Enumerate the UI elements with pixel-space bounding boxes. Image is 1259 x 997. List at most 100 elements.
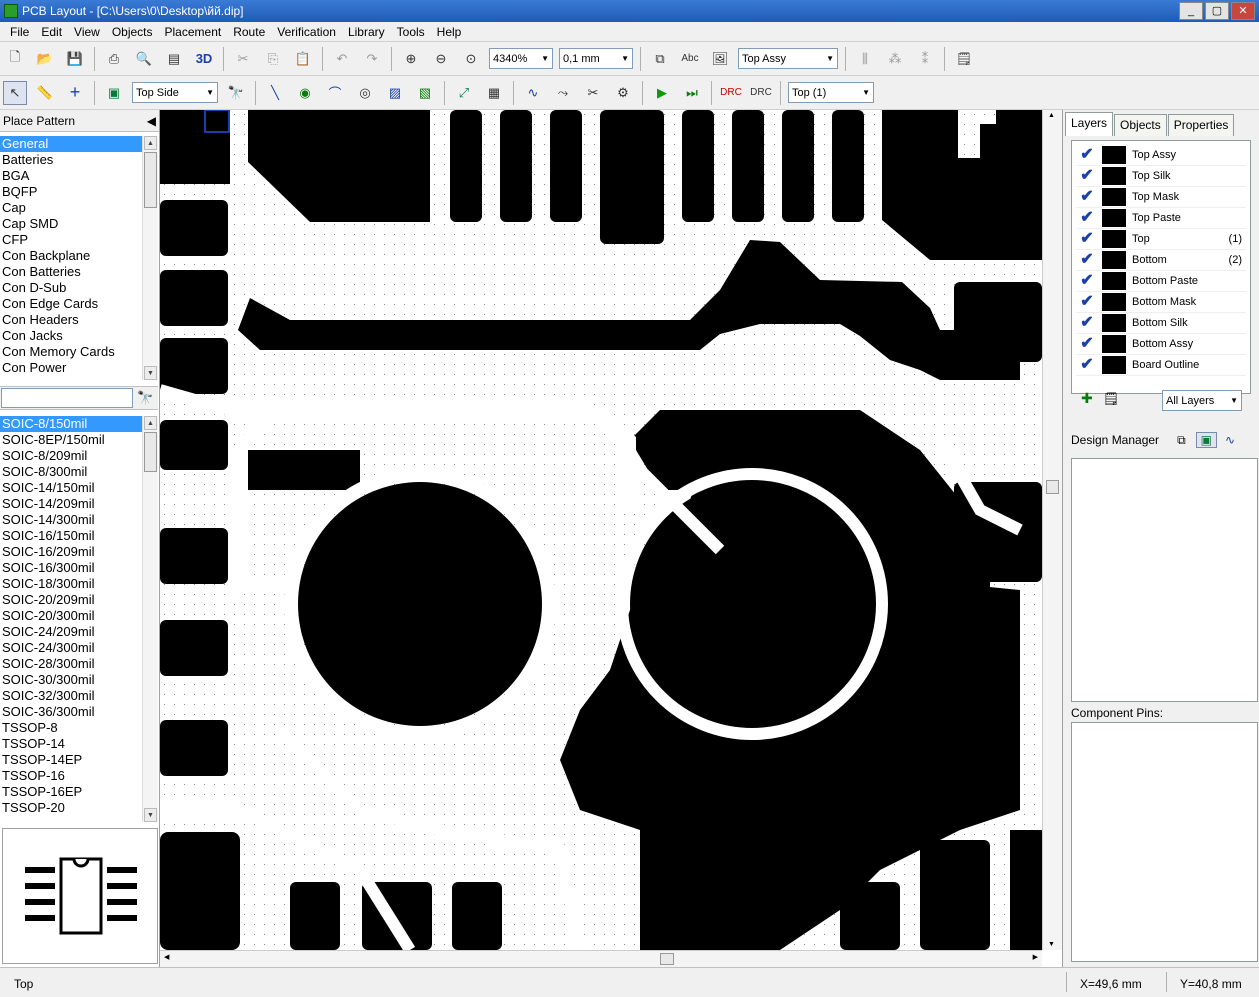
pattern-item[interactable]: SOIC-8/209mil xyxy=(0,448,158,464)
pattern-search-input[interactable] xyxy=(1,388,133,408)
collapse-arrow-icon[interactable]: ◀ xyxy=(147,114,156,128)
run-next-icon[interactable]: ⏭ xyxy=(680,81,704,105)
design-manager-list[interactable] xyxy=(1071,458,1258,702)
checkmark-icon[interactable]: ✔ xyxy=(1076,313,1098,333)
pattern-item[interactable]: SOIC-18/300mil xyxy=(0,576,158,592)
chip-icon[interactable]: ▣ xyxy=(102,81,126,105)
category-item[interactable]: Con Edge Cards xyxy=(0,296,158,312)
zoom-out-icon[interactable]: ⊖ xyxy=(429,47,453,71)
component-edit-icon[interactable]: ⧉ xyxy=(648,47,672,71)
add-layer-icon[interactable]: ✚ xyxy=(1081,390,1093,407)
binoculars-icon[interactable]: 🔭 xyxy=(224,81,248,105)
close-button[interactable]: ✕ xyxy=(1231,2,1255,20)
play-icon[interactable]: ▶ xyxy=(650,81,674,105)
scroll-thumb[interactable] xyxy=(1046,480,1059,494)
ruler-icon[interactable]: 📏 xyxy=(33,81,57,105)
pattern-item[interactable]: SOIC-36/300mil xyxy=(0,704,158,720)
layer-color-swatch[interactable] xyxy=(1102,251,1126,269)
pattern-item[interactable]: SOIC-20/300mil xyxy=(0,608,158,624)
checkmark-icon[interactable]: ✔ xyxy=(1076,208,1098,228)
category-item[interactable]: Con Headers xyxy=(0,312,158,328)
menu-verification[interactable]: Verification xyxy=(271,25,342,39)
route-layer-select[interactable]: Top (1) ▼ xyxy=(788,82,874,103)
checkmark-icon[interactable]: ✔ xyxy=(1076,166,1098,186)
layer-color-swatch[interactable] xyxy=(1102,293,1126,311)
menu-edit[interactable]: Edit xyxy=(35,25,68,39)
tab-layers[interactable]: Layers xyxy=(1065,112,1114,136)
scroll-left-icon[interactable]: ◀ xyxy=(164,953,169,961)
line-icon[interactable]: ╲ xyxy=(263,81,287,105)
scroll-thumb[interactable] xyxy=(660,953,674,965)
menu-objects[interactable]: Objects xyxy=(106,25,159,39)
print-icon[interactable]: ⎙ xyxy=(102,47,126,71)
net-list-icon[interactable]: ⧉ xyxy=(1177,433,1186,448)
layer-color-swatch[interactable] xyxy=(1102,314,1126,332)
category-item[interactable]: BQFP xyxy=(0,184,158,200)
category-item[interactable]: General xyxy=(0,136,158,152)
layer-row[interactable]: ✔ Bottom Paste xyxy=(1076,271,1246,292)
dimension-icon[interactable]: ⤢ xyxy=(452,81,476,105)
undo-icon[interactable]: ↶ xyxy=(330,47,354,71)
layer-row[interactable]: ✔ Top Paste xyxy=(1076,208,1246,229)
pattern-item[interactable]: SOIC-8/150mil xyxy=(0,416,158,432)
pattern-item[interactable]: SOIC-16/300mil xyxy=(0,560,158,576)
scroll-up-icon[interactable]: ▲ xyxy=(1048,112,1055,119)
binoculars-icon[interactable]: 🔭 xyxy=(137,390,153,406)
pattern-item[interactable]: TSSOP-16EP xyxy=(0,784,158,800)
category-item[interactable]: CFP xyxy=(0,232,158,248)
align-icon[interactable]: ⫼ xyxy=(853,47,877,71)
pattern-item[interactable]: SOIC-24/300mil xyxy=(0,640,158,656)
grid-select[interactable]: 0,1 mm ▼ xyxy=(559,48,633,69)
checkmark-icon[interactable]: ✔ xyxy=(1076,292,1098,312)
properties-icon[interactable]: 🗒 xyxy=(952,47,976,71)
pad-icon[interactable]: ◉ xyxy=(293,81,317,105)
autoroute-icon[interactable]: ⤳ xyxy=(551,81,575,105)
category-item[interactable]: Con D-Sub xyxy=(0,280,158,296)
drc-check-icon[interactable]: DRC xyxy=(719,81,743,105)
pattern-item[interactable]: SOIC-24/209mil xyxy=(0,624,158,640)
pattern-item[interactable]: TSSOP-20 xyxy=(0,800,158,816)
print-preview-icon[interactable]: 🔍 xyxy=(132,47,156,71)
checkmark-icon[interactable]: ✔ xyxy=(1076,334,1098,354)
category-item[interactable]: Con Jacks xyxy=(0,328,158,344)
scroll-up-icon[interactable]: ▲ xyxy=(144,416,157,430)
layer-color-swatch[interactable] xyxy=(1102,272,1126,290)
category-item[interactable]: Batteries xyxy=(0,152,158,168)
category-item[interactable]: Con Power xyxy=(0,360,158,376)
crosshair-icon[interactable]: + xyxy=(63,81,87,105)
report-icon[interactable]: ▤ xyxy=(162,47,186,71)
layer-color-swatch[interactable] xyxy=(1102,167,1126,185)
pattern-scrollbar[interactable]: ▲ ▼ xyxy=(142,416,158,822)
checkmark-icon[interactable]: ✔ xyxy=(1076,187,1098,207)
unroute-icon[interactable]: ✂ xyxy=(581,81,605,105)
layer-row[interactable]: ✔ Top (1) xyxy=(1076,229,1246,250)
scroll-right-icon[interactable]: ▶ xyxy=(1033,953,1038,961)
pattern-list[interactable]: SOIC-8/150mil SOIC-8EP/150mil SOIC-8/209mi… xyxy=(0,416,158,822)
layer-row[interactable]: ✔ Top Silk xyxy=(1076,166,1246,187)
scroll-up-icon[interactable]: ▲ xyxy=(144,136,157,150)
pattern-item[interactable]: SOIC-16/209mil xyxy=(0,544,158,560)
checkmark-icon[interactable]: ✔ xyxy=(1076,229,1098,249)
ungroup-icon[interactable]: ⁑ xyxy=(913,47,937,71)
layer-color-swatch[interactable] xyxy=(1102,209,1126,227)
menu-placement[interactable]: Placement xyxy=(159,25,228,39)
image-icon[interactable]: 🖼 xyxy=(708,47,732,71)
pattern-item[interactable]: SOIC-28/300mil xyxy=(0,656,158,672)
pattern-item[interactable]: TSSOP-14EP xyxy=(0,752,158,768)
side-select[interactable]: Top Side ▼ xyxy=(132,82,218,103)
pattern-item[interactable]: TSSOP-16 xyxy=(0,768,158,784)
tab-objects[interactable]: Objects xyxy=(1114,114,1167,136)
pattern-item[interactable]: SOIC-20/209mil xyxy=(0,592,158,608)
copy-icon[interactable]: ⎘ xyxy=(261,47,285,71)
layer-settings-icon[interactable]: 🗒 xyxy=(1103,391,1120,407)
scroll-down-icon[interactable]: ▼ xyxy=(144,808,157,822)
menu-help[interactable]: Help xyxy=(431,25,468,39)
component-pins-list[interactable] xyxy=(1071,722,1258,962)
category-item[interactable]: Con Backplane xyxy=(0,248,158,264)
layer-row[interactable]: ✔ Top Assy xyxy=(1076,145,1246,166)
menu-tools[interactable]: Tools xyxy=(391,25,431,39)
pattern-item[interactable]: SOIC-8EP/150mil xyxy=(0,432,158,448)
category-item[interactable]: Cap SMD xyxy=(0,216,158,232)
pcb-canvas-area[interactable]: ▲ ▼ ◀ ▶ xyxy=(160,110,1062,967)
pattern-item[interactable]: TSSOP-14 xyxy=(0,736,158,752)
